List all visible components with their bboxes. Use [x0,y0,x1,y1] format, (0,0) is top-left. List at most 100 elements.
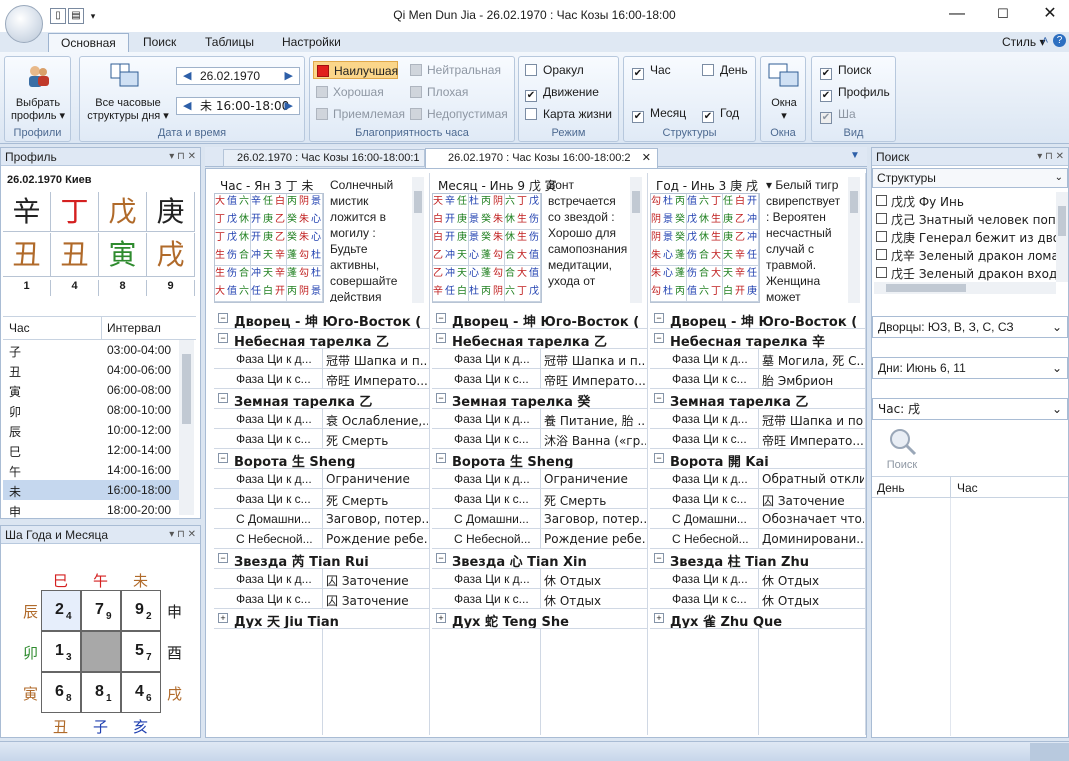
hour-row[interactable]: 巳 12:00-14:00 [3,440,179,460]
col-interval-header[interactable]: Интервал [107,319,161,337]
scrollbar-thumb[interactable] [850,191,858,213]
minimize-ribbon-icon[interactable]: ˄ [1042,35,1048,47]
property-row[interactable]: Фаза Ци к д... 墓 Могила, 死 С... [650,349,866,369]
hour-row[interactable]: 未 16:00-18:00 [3,480,179,500]
favor-unacceptable-button[interactable]: Недопустимая [407,105,508,123]
tab-tables[interactable]: Таблицы [193,33,266,52]
section-spirit[interactable]: + Дух 天 Jiu Tian [214,609,430,630]
hour-table-scrollbar[interactable] [179,340,194,515]
scrollbar-thumb[interactable] [1058,206,1066,236]
search-button[interactable]: Поиск [880,426,924,474]
section-gate[interactable]: − Ворота 開 Kai [650,449,866,470]
property-row[interactable]: Фаза Ци к с... 囚 Заточение [650,489,866,509]
property-row[interactable]: Фаза Ци к д... 養 Питание, 胎 ... [432,409,648,429]
hour-row[interactable]: 寅 06:00-08:00 [3,380,179,400]
scrollbar-thumb[interactable] [886,284,966,292]
section-palace[interactable]: − Дворец - 坤 Юго-Восток ( [432,309,648,330]
collapse-icon[interactable]: − [654,553,664,563]
section-earth[interactable]: − Земная тарелка 乙 [650,389,866,410]
section-earth[interactable]: − Земная тарелка 癸 [432,389,648,410]
structure-list-item[interactable]: 戊辛 Зеленый дракон ломает [874,246,1056,264]
section-earth[interactable]: − Земная тарелка 乙 [214,389,430,410]
select-profile-button[interactable]: Выбрать профиль ▾ [7,97,69,123]
section-star[interactable]: − Звезда 芮 Tian Rui [214,549,430,570]
collapse-icon[interactable]: − [436,313,446,323]
property-row[interactable]: Фаза Ци к д... Ограничение [214,469,430,489]
pin-close-icon[interactable]: ▾ ⊓ ✕ [169,148,196,166]
property-row[interactable]: Фаза Ци к с... 死 Смерть [432,489,648,509]
pin-close-icon[interactable]: ▾ ⊓ ✕ [1037,148,1064,166]
property-row[interactable]: Фаза Ци к д... 冠带 Шапка и по... [650,409,866,429]
property-row[interactable]: Фаза Ци к с... 死 Смерть [214,429,430,449]
favor-acceptable-button[interactable]: Приемлемая [313,105,405,123]
structure-month-checkbox[interactable]: ✔ Месяц [632,106,686,123]
section-gate[interactable]: − Ворота 生 Sheng [214,449,430,470]
section-palace[interactable]: − Дворец - 坤 Юго-Восток ( [650,309,866,330]
description-scrollbar[interactable] [848,177,860,303]
scrollbar-thumb[interactable] [182,354,191,424]
structure-list-scrollbar[interactable] [1056,192,1068,282]
view-search-checkbox[interactable]: ✔ Поиск [820,63,871,80]
checkbox[interactable] [876,195,887,206]
document-tab-2[interactable]: 26.02.1970 : Час Козы 16:00-18:00:2 ✕ [425,148,658,168]
expand-icon[interactable]: + [436,613,446,623]
document-tab-1[interactable]: 26.02.1970 : Час Козы 16:00-18:00:1 [223,149,425,167]
structure-hour-checkbox[interactable]: ✔ Час [632,63,671,80]
property-row[interactable]: Фаза Ци к д... Ограничение [432,469,648,489]
prev-date-icon[interactable]: ◀ [183,68,191,84]
section-heaven[interactable]: − Небесная тарелка 乙 [432,329,648,350]
tab-list-icon[interactable]: ▼ [850,150,860,161]
style-menu[interactable]: Стиль ▾ [1002,35,1045,49]
collapse-icon[interactable]: − [654,333,664,343]
collapse-icon[interactable]: − [218,393,228,403]
structure-list-hscroll[interactable] [874,282,1056,294]
structure-list-item[interactable]: 戊壬 Зеленый дракон входит [874,264,1056,282]
section-spirit[interactable]: + Дух 蛇 Teng She [432,609,648,630]
structure-year-checkbox[interactable]: ✔ Год [702,106,739,123]
scrollbar-thumb[interactable] [632,191,640,213]
scrollbar-thumb[interactable] [414,191,422,213]
col-hour-header[interactable]: Час [957,481,978,495]
close-icon[interactable]: ✕ [1036,4,1064,26]
hour-row[interactable]: 丑 04:00-06:00 [3,360,179,380]
col-day-header[interactable]: День [877,481,905,495]
collapse-icon[interactable]: − [218,453,228,463]
property-row[interactable]: Фаза Ци к с... 帝旺 Императо... [432,369,648,389]
property-row[interactable]: Фаза Ци к с... 沐浴 Ванна («гр... [432,429,648,449]
collapse-icon[interactable]: − [654,453,664,463]
collapse-icon[interactable]: − [436,553,446,563]
close-tab-icon[interactable]: ✕ [642,149,651,167]
collapse-icon[interactable]: − [436,333,446,343]
checkbox[interactable] [876,249,887,260]
palaces-dropdown[interactable]: Дворцы: ЮЗ, В, З, С, СЗ ⌄ [872,316,1068,338]
property-row[interactable]: Фаза Ци к с... 帝旺 Императо... [650,429,866,449]
property-row[interactable]: Фаза Ци к с... 休 Отдых [650,589,866,609]
property-row[interactable]: С Небесной... Рождение ребе... [432,529,648,549]
property-row[interactable]: С Небесной... Рождение ребе... [214,529,430,549]
structures-dropdown[interactable]: Структуры ⌄ [872,168,1068,188]
section-gate[interactable]: − Ворота 生 Sheng [432,449,648,470]
structure-list-item[interactable]: 戊庚 Генерал бежит из дворц [874,228,1056,246]
section-heaven[interactable]: − Небесная тарелка 辛 [650,329,866,350]
property-row[interactable]: Фаза Ци к с... 死 Смерть [214,489,430,509]
collapse-icon[interactable]: − [654,393,664,403]
help-icon[interactable]: ? [1053,34,1066,47]
favor-neutral-button[interactable]: Нейтральная [407,61,501,79]
collapse-icon[interactable]: − [218,553,228,563]
mode-movement-checkbox[interactable]: ✔ Движение [525,85,599,102]
view-sha-checkbox[interactable]: ✔ Ша [820,107,856,124]
pin-close-icon[interactable]: ▾ ⊓ ✕ [169,526,196,544]
property-row[interactable]: Фаза Ци к с... 囚 Заточение [214,589,430,609]
checkbox[interactable] [876,213,887,224]
hour-dropdown[interactable]: Час: 戌 ⌄ [872,398,1068,420]
structure-day-checkbox[interactable]: День [702,63,748,77]
hour-picker[interactable]: ◀ 未 16:00-18:00 ▶ [176,97,300,115]
hour-row[interactable]: 子 03:00-04:00 [3,340,179,360]
property-row[interactable]: Фаза Ци к д... 囚 Заточение [214,569,430,589]
structure-list-item[interactable]: 戊己 Знатный человек попад [874,210,1056,228]
property-row[interactable]: С Домашни... Заговор, потер... [214,509,430,529]
view-profile-checkbox[interactable]: ✔ Профиль [820,85,890,102]
favor-bad-button[interactable]: Плохая [407,83,468,101]
hour-row[interactable]: 申 18:00-20:00 [3,500,179,520]
structure-list-item[interactable]: 戊戊 Фу Инь [874,192,1056,210]
